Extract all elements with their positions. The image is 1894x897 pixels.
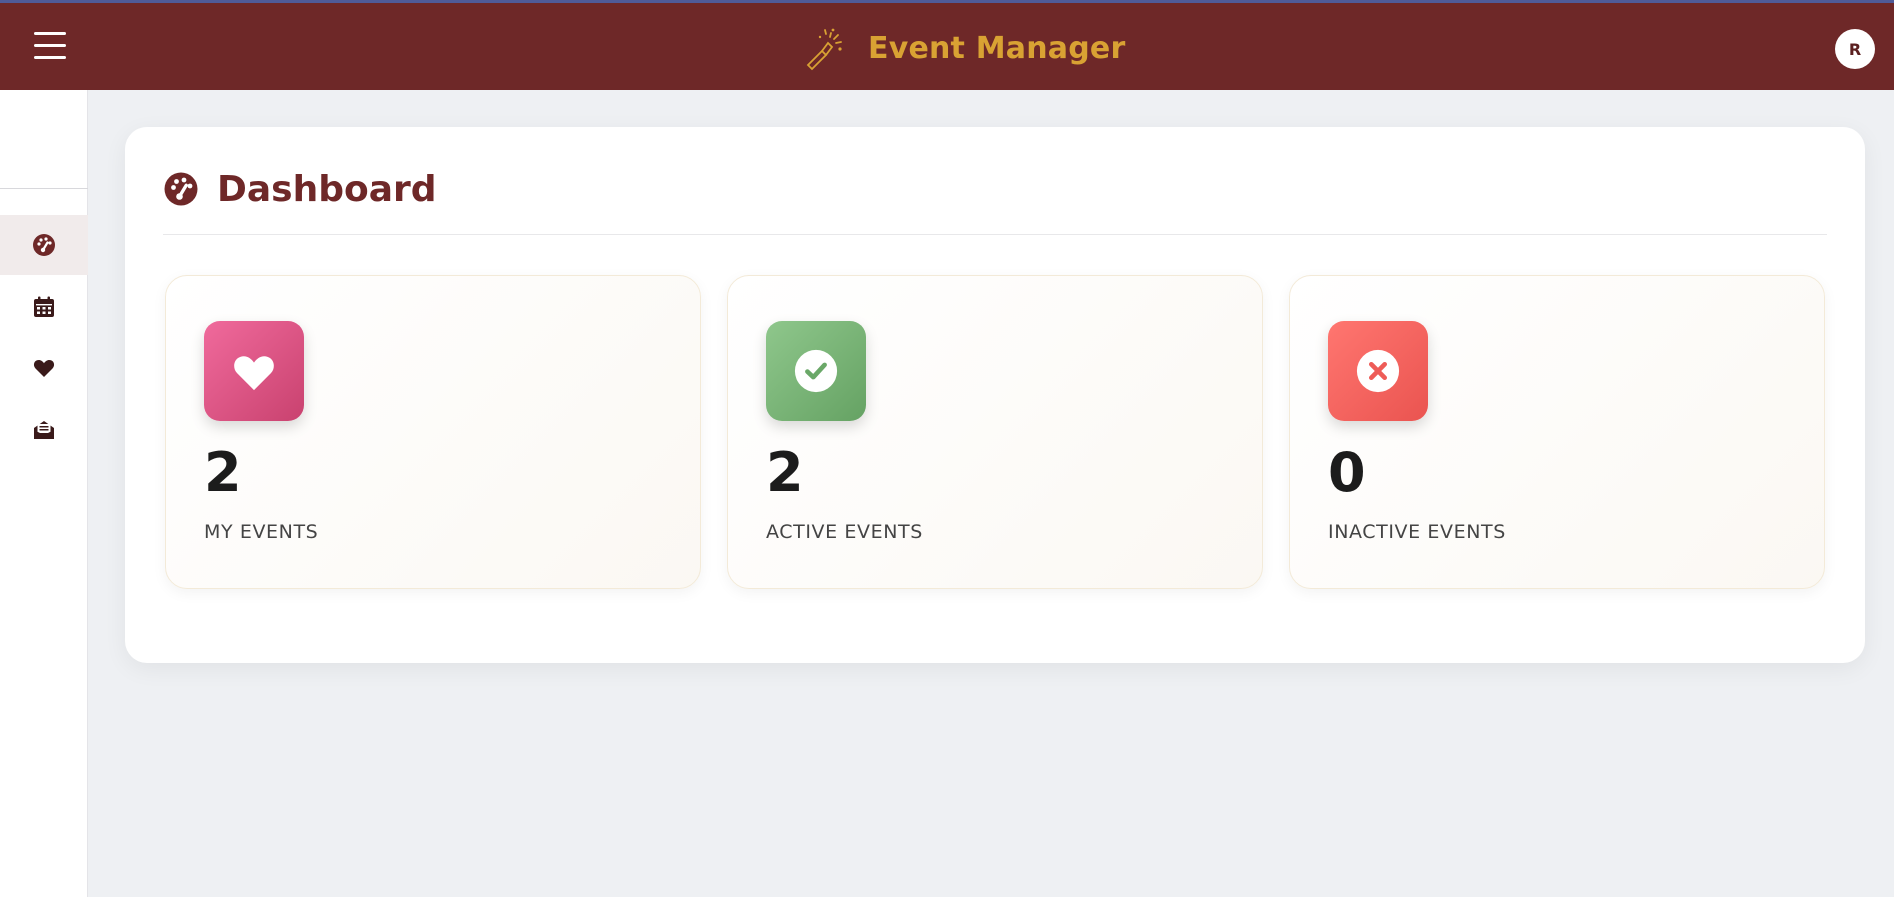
stat-card-inactive-events[interactable]: 0 INACTIVE EVENTS [1289,275,1825,589]
stat-icon-tile [1328,321,1428,421]
heart-icon [33,359,55,377]
champagne-icon [806,28,842,71]
envelope-open-icon [34,421,54,439]
page-header: Dashboard [163,167,437,211]
hamburger-line [34,56,66,59]
stat-value: 2 [204,441,242,504]
calendar-icon [34,296,54,317]
stat-icon-tile [766,321,866,421]
dashboard-gauge-icon [33,234,55,256]
user-avatar[interactable]: R [1835,29,1875,69]
hamburger-menu-button[interactable] [34,32,66,60]
dashboard-panel: Dashboard 2 MY EVENTS 2 ACTIVE EVENTS 0 … [125,127,1865,663]
hamburger-line [34,32,66,35]
sidebar-item-favorites[interactable] [0,338,88,398]
stat-value: 2 [766,441,804,504]
stat-card-active-events[interactable]: 2 ACTIVE EVENTS [727,275,1263,589]
stat-card-my-events[interactable]: 2 MY EVENTS [165,275,701,589]
header-divider [163,234,1827,235]
stat-value: 0 [1328,441,1366,504]
app-title: Event Manager [868,30,1126,66]
x-circle-icon [1356,349,1400,393]
sidebar-item-calendar[interactable] [0,277,88,337]
stat-icon-tile [204,321,304,421]
heart-icon [234,356,274,391]
stat-label: MY EVENTS [204,521,319,543]
top-navbar: Event Manager R [0,0,1894,90]
sidebar-item-dashboard[interactable] [0,215,88,275]
hamburger-line [34,44,66,47]
check-circle-icon [794,349,838,393]
sidebar-item-invitations[interactable] [0,400,88,460]
sidebar-divider [0,188,88,189]
page-title: Dashboard [217,168,437,210]
sidebar [0,90,88,897]
brand[interactable]: Event Manager [800,23,1125,73]
dashboard-gauge-icon [164,172,198,206]
stat-label: INACTIVE EVENTS [1328,521,1506,543]
stat-label: ACTIVE EVENTS [766,521,923,543]
